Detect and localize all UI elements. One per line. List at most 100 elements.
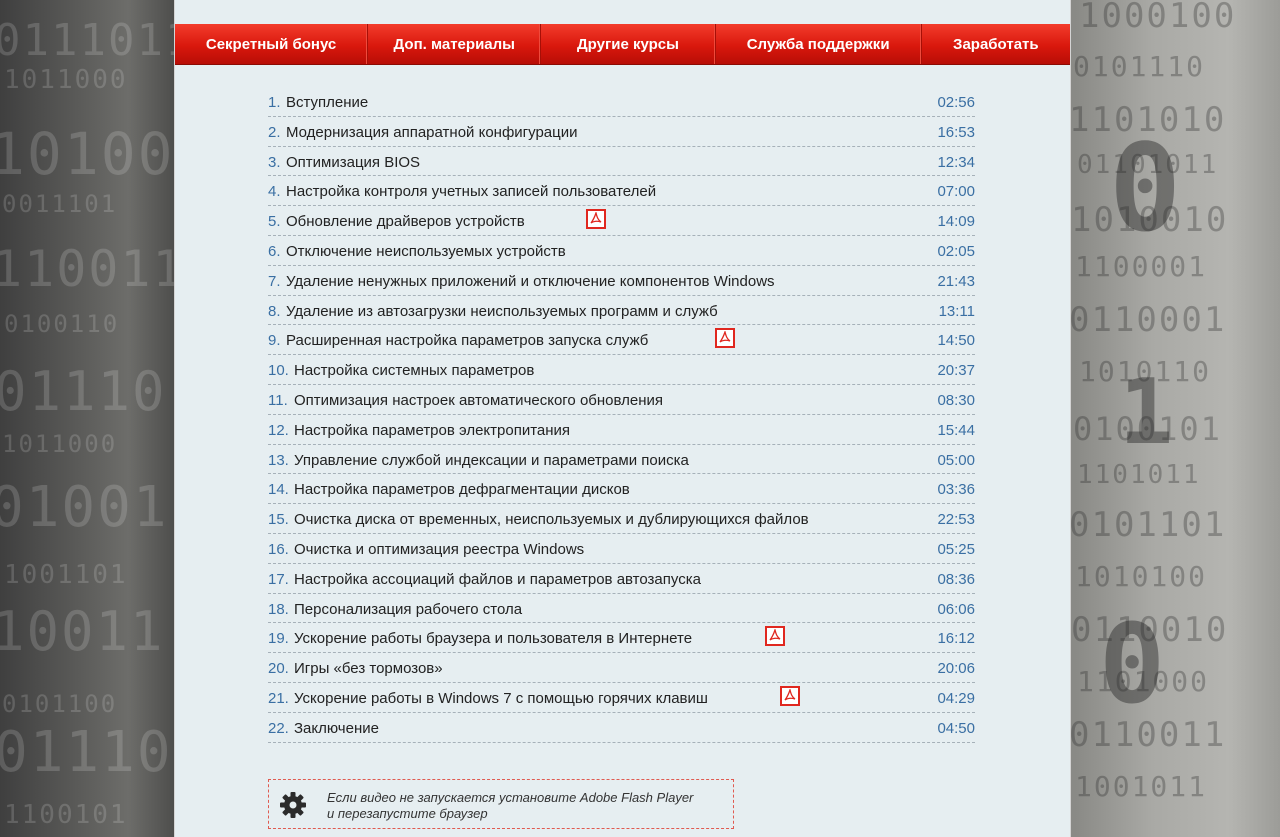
lesson-duration: 14:09 <box>937 213 975 231</box>
lesson-number: 8. <box>268 302 281 320</box>
lesson-number: 6. <box>268 242 281 260</box>
lesson-title[interactable]: Настройка параметров электропитания <box>294 422 570 439</box>
lesson-number: 2. <box>268 123 281 141</box>
lesson-title[interactable]: Вступление <box>286 94 368 111</box>
lesson-number: 19. <box>268 630 289 648</box>
lesson-title[interactable]: Игры «без тормозов» <box>294 660 443 677</box>
lesson-duration: 04:29 <box>937 689 975 707</box>
nav-other-courses[interactable]: Другие курсы <box>541 24 716 64</box>
lesson-title[interactable]: Оптимизация BIOS <box>286 154 420 171</box>
background-right: 1000100 0101110 1101010 01101011 1010010… <box>1069 0 1237 803</box>
lesson-number: 11. <box>268 391 288 409</box>
lesson-row[interactable]: 4. Настройка контроля учетных записей по… <box>268 176 975 207</box>
lesson-duration: 20:37 <box>937 362 975 380</box>
lesson-row[interactable]: 8. Удаление из автозагрузки неиспользуем… <box>268 296 975 326</box>
lesson-duration: 16:53 <box>937 123 975 141</box>
lesson-title[interactable]: Удаление из автозагрузки неиспользуемых … <box>286 303 718 320</box>
lesson-list: 1. Вступление 02:56 2. Модернизация аппа… <box>268 87 975 743</box>
lesson-row[interactable]: 15. Очистка диска от временных, неисполь… <box>268 504 975 534</box>
lesson-duration: 06:06 <box>937 600 975 618</box>
lesson-number: 4. <box>268 183 281 201</box>
lesson-row[interactable]: 12. Настройка параметров электропитания … <box>268 415 975 445</box>
lesson-number: 16. <box>268 540 289 558</box>
lesson-number: 14. <box>268 481 289 499</box>
pdf-icon[interactable] <box>715 328 735 349</box>
lesson-title[interactable]: Обновление драйверов устройств <box>286 213 525 230</box>
lesson-title[interactable]: Оптимизация настроек автоматического обн… <box>294 392 663 409</box>
lesson-row[interactable]: 6. Отключение неиспользуемых устройств 0… <box>268 236 975 266</box>
lesson-title[interactable]: Настройка системных параметров <box>294 362 534 379</box>
lesson-row[interactable]: 1. Вступление 02:56 <box>268 87 975 117</box>
lesson-number: 7. <box>268 272 281 290</box>
lesson-row[interactable]: 14. Настройка параметров дефрагментации … <box>268 474 975 505</box>
lesson-title[interactable]: Очистка и оптимизация реестра Windows <box>294 541 584 558</box>
nav-support[interactable]: Служба поддержки <box>716 24 922 64</box>
lesson-row[interactable]: 2. Модернизация аппаратной конфигурации … <box>268 117 975 147</box>
lesson-row[interactable]: 21. Ускорение работы в Windows 7 с помощ… <box>268 683 975 713</box>
lesson-duration: 12:34 <box>937 153 975 171</box>
lesson-number: 12. <box>268 421 289 439</box>
lesson-title[interactable]: Управление службой индексации и параметр… <box>294 452 689 469</box>
lesson-number: 13. <box>268 451 289 469</box>
nav-extra-materials[interactable]: Доп. материалы <box>368 24 542 64</box>
lesson-duration: 13:11 <box>938 302 975 320</box>
lesson-row[interactable]: 17. Настройка ассоциаций файлов и параме… <box>268 564 975 594</box>
lesson-duration: 21:43 <box>937 272 975 290</box>
lesson-number: 20. <box>268 660 289 678</box>
lesson-title[interactable]: Расширенная настройка параметров запуска… <box>286 332 648 349</box>
pdf-icon[interactable] <box>780 685 800 706</box>
lesson-number: 22. <box>268 719 289 737</box>
lesson-row[interactable]: 9. Расширенная настройка параметров запу… <box>268 325 975 356</box>
lesson-number: 3. <box>268 153 281 171</box>
background-left: 0111011 1011000 10100 0011101 110011 010… <box>0 15 174 830</box>
nav-secret-bonus[interactable]: Секретный бонус <box>175 24 369 64</box>
content-panel: Секретный бонус Доп. материалы Другие ку… <box>174 0 1071 837</box>
flash-notice: Если видео не запускается установите Ado… <box>268 779 734 829</box>
lesson-title[interactable]: Настройка контроля учетных записей польз… <box>286 183 656 200</box>
lesson-title[interactable]: Заключение <box>294 720 379 737</box>
lesson-duration: 07:00 <box>937 183 975 201</box>
lesson-number: 15. <box>268 511 289 529</box>
lesson-duration: 16:12 <box>937 630 975 648</box>
lesson-row[interactable]: 16. Очистка и оптимизация реестра Window… <box>268 534 975 564</box>
lesson-row[interactable]: 22. Заключение 04:50 <box>268 713 975 743</box>
lesson-row[interactable]: 11. Оптимизация настроек автоматического… <box>268 385 975 415</box>
lesson-title[interactable]: Модернизация аппаратной конфигурации <box>286 124 578 141</box>
lesson-duration: 04:50 <box>937 719 975 737</box>
lesson-row[interactable]: 5. Обновление драйверов устройств 14:09 <box>268 206 975 236</box>
lesson-duration: 15:44 <box>937 421 975 439</box>
lesson-title[interactable]: Удаление ненужных приложений и отключени… <box>286 273 775 290</box>
lesson-title[interactable]: Отключение неиспользуемых устройств <box>286 243 566 260</box>
lesson-row[interactable]: 10. Настройка системных параметров 20:37 <box>268 355 975 385</box>
lesson-duration: 08:36 <box>937 570 975 588</box>
lesson-duration: 03:36 <box>937 481 975 499</box>
lesson-duration: 05:00 <box>937 451 975 469</box>
lesson-row[interactable]: 18. Персонализация рабочего стола 06:06 <box>268 594 975 624</box>
lesson-title[interactable]: Ускорение работы браузера и пользователя… <box>294 630 692 647</box>
notice-line-2: и перезапустите браузер <box>327 806 488 821</box>
lesson-row[interactable]: 7. Удаление ненужных приложений и отключ… <box>268 266 975 296</box>
lesson-number: 9. <box>268 332 281 350</box>
notice-text: Если видео не запускается установите Ado… <box>327 790 693 822</box>
lesson-duration: 22:53 <box>937 511 975 529</box>
nav-earn[interactable]: Заработать <box>922 24 1070 64</box>
lesson-title[interactable]: Очистка диска от временных, неиспользуем… <box>294 511 809 528</box>
lesson-title[interactable]: Настройка параметров дефрагментации диск… <box>294 481 630 498</box>
lesson-title[interactable]: Настройка ассоциаций файлов и параметров… <box>294 571 701 588</box>
lesson-number: 18. <box>268 600 289 618</box>
lesson-duration: 02:05 <box>937 242 975 260</box>
lesson-number: 21. <box>268 689 289 707</box>
lesson-row[interactable]: 19. Ускорение работы браузера и пользова… <box>268 623 975 654</box>
lesson-row[interactable]: 3. Оптимизация BIOS 12:34 <box>268 147 975 177</box>
lesson-duration: 02:56 <box>937 94 975 111</box>
lesson-row[interactable]: 20. Игры «без тормозов» 20:06 <box>268 653 975 683</box>
lesson-number: 5. <box>268 213 281 231</box>
lesson-title[interactable]: Персонализация рабочего стола <box>294 601 522 618</box>
lesson-duration: 05:25 <box>937 540 975 558</box>
pdf-icon[interactable] <box>586 209 606 230</box>
lesson-row[interactable]: 13. Управление службой индексации и пара… <box>268 445 975 475</box>
lesson-number: 17. <box>268 570 289 588</box>
pdf-icon[interactable] <box>765 626 785 647</box>
top-nav: Секретный бонус Доп. материалы Другие ку… <box>175 24 1070 65</box>
lesson-title[interactable]: Ускорение работы в Windows 7 с помощью г… <box>294 690 708 707</box>
